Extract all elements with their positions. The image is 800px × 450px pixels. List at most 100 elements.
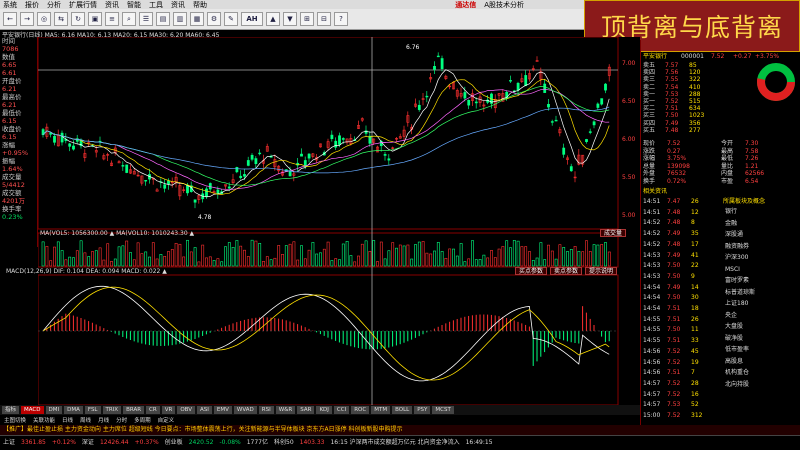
toolbar-button-10[interactable]: ▥ (173, 12, 187, 26)
price-axis-label: 5.00 (622, 212, 636, 219)
toolbar-button-8[interactable]: ☰ (139, 12, 153, 26)
tick-price: 7.52 (667, 379, 681, 387)
indicator-tab-6[interactable]: BRAR (123, 406, 145, 414)
tick-time: 14:53 (643, 262, 661, 270)
indicator-tab-21[interactable]: PSY (414, 406, 431, 414)
flow-donut (757, 63, 795, 101)
function-tab-7[interactable]: 自定义 (156, 416, 177, 424)
function-tab-3[interactable]: 周线 (78, 416, 93, 424)
toolbar-button-11[interactable]: ▦ (190, 12, 204, 26)
tick-time: 14:57 (643, 401, 661, 409)
indicator-tab-17[interactable]: CCI (333, 406, 350, 414)
toolbar-button-14[interactable]: AH (241, 12, 263, 26)
function-tab-1[interactable]: 关联功能 (31, 416, 57, 424)
tick-price: 7.48 (667, 219, 681, 227)
tick-time: 14:51 (643, 198, 661, 205)
indicator-tab-7[interactable]: CR (146, 406, 160, 414)
status-item: 2420.52 (188, 439, 214, 446)
left-panel-row: 成交量 (2, 173, 22, 181)
sector-item: 标普道琼斯 (725, 288, 756, 296)
indicator-tab-3[interactable]: DMA (64, 406, 83, 414)
toolbar-button-6[interactable]: ≡ (105, 12, 119, 26)
indicator-tab-4[interactable]: FSL (84, 406, 101, 414)
tick-qty: 28 (691, 379, 699, 387)
left-panel-row: 换手率 (2, 205, 22, 213)
tick-price: 7.51 (667, 337, 681, 345)
indicator-tab-20[interactable]: BOLL (392, 406, 413, 414)
indicator-tab-2[interactable]: DMI (45, 406, 63, 414)
main-chart[interactable]: 7.00 6.50 6.00 5.50 5.00 6.76 4.78 (38, 37, 640, 405)
toolbar-button-5[interactable]: ▣ (88, 12, 102, 26)
toolbar-button-2[interactable]: ◎ (37, 12, 51, 26)
toolbar-button-1[interactable]: → (20, 12, 34, 26)
indicator-tab-14[interactable]: W&R (275, 406, 296, 414)
volume-chip[interactable]: 成交量 (600, 229, 627, 237)
indicator-tab-22[interactable]: MCST (432, 406, 454, 414)
tick-price: 7.48 (667, 240, 681, 248)
toolbar-button-0[interactable]: ← (3, 12, 17, 26)
tick-price: 7.47 (667, 198, 681, 205)
indicator-tab-19[interactable]: MTM (371, 406, 391, 414)
indicator-tab-10[interactable]: ASI (197, 406, 212, 414)
toolbar-button-15[interactable]: ▲ (266, 12, 280, 26)
candle-body (72, 145, 75, 150)
macd-chip-help[interactable]: 提示说明 (585, 267, 618, 275)
order-book-qty: 277 (689, 126, 701, 134)
toolbar-button-4[interactable]: ↻ (71, 12, 85, 26)
toolbar-button-18[interactable]: ⊟ (317, 12, 331, 26)
left-panel-row: 涨幅 (2, 141, 15, 149)
candle-body (604, 83, 607, 91)
order-book-qty: 410 (689, 83, 701, 91)
status-item: +0.37% (134, 439, 159, 446)
function-tab-2[interactable]: 日线 (60, 416, 75, 424)
sector-item: 融资融券 (725, 242, 750, 250)
indicator-tab-5[interactable]: TRIX (102, 406, 122, 414)
toolbar-button-7[interactable]: ⌕ (122, 12, 136, 26)
stock-price: 7.52 (711, 53, 725, 60)
candle-body (600, 98, 604, 105)
candle-body (186, 184, 189, 194)
tick-qty: 26 (691, 315, 699, 323)
candle-body (307, 153, 311, 159)
price-axis-label: 6.50 (622, 98, 636, 105)
indicator-tab-11[interactable]: EMV (213, 406, 232, 414)
macd-info: MACD(12,26,9) DIF: 0.104 DEA: 0.094 MACD… (6, 268, 167, 275)
order-book-qty: 120 (689, 69, 701, 77)
indicator-tab-9[interactable]: OBV (177, 406, 196, 414)
indicator-tab-12[interactable]: WVAD (233, 406, 257, 414)
indicator-tab-0[interactable]: 指标 (2, 406, 20, 414)
stat-label: 最高 (721, 147, 734, 155)
toolbar-button-13[interactable]: ✎ (224, 12, 238, 26)
function-tab-5[interactable]: 分时 (114, 416, 129, 424)
stock-name: 平安银行 (643, 53, 668, 60)
toolbar-button-16[interactable]: ▼ (283, 12, 297, 26)
news-ticker[interactable]: 【推广】最佳止盈止损 主力资金动向 主力席位 超级短线 今日要点：市场整体震荡上… (0, 425, 800, 435)
stat-value: 6.54 (745, 177, 759, 185)
tick-qty: 17 (691, 240, 699, 248)
indicator-tab-16[interactable]: KDJ (316, 406, 332, 414)
function-tab-4[interactable]: 月线 (96, 416, 111, 424)
toolbar-button-17[interactable]: ⊞ (300, 12, 314, 26)
sector-item: 北向持股 (725, 380, 750, 388)
macd-chip-buy[interactable]: 买点参数 (515, 267, 548, 275)
toolbar-button-3[interactable]: ⇆ (54, 12, 68, 26)
toolbar-button-12[interactable]: ⚙ (207, 12, 221, 26)
tick-time: 14:55 (643, 315, 661, 323)
stat-label: 外盘 (643, 170, 656, 177)
indicator-tab-1[interactable]: MACD (21, 406, 44, 414)
status-item: 12426.44 (99, 439, 129, 446)
indicator-tab-8[interactable]: VR (161, 406, 176, 414)
macd-chip-sell[interactable]: 卖点参数 (550, 267, 583, 275)
left-data-panel: 时间 7086 数值 6.65 6.61 开盘价 6.21 最高价 6.21 最低价 6.15 收盘价… (0, 37, 38, 247)
indicator-tab-18[interactable]: ROC (351, 406, 370, 414)
high-price-label: 6.76 (406, 44, 420, 51)
toolbar-button-19[interactable]: ? (334, 12, 348, 26)
indicator-tab-15[interactable]: SAR (297, 406, 315, 414)
order-book-price: 7.48 (665, 126, 679, 134)
toolbar-button-9[interactable]: ▤ (156, 12, 170, 26)
indicator-tab-13[interactable]: RSI (258, 406, 274, 414)
sector-item: 金融 (725, 219, 738, 227)
function-tab-6[interactable]: 多周期 (132, 416, 153, 424)
tick-qty: 14 (691, 283, 699, 291)
function-tab-0[interactable]: 主图切换 (2, 416, 28, 424)
